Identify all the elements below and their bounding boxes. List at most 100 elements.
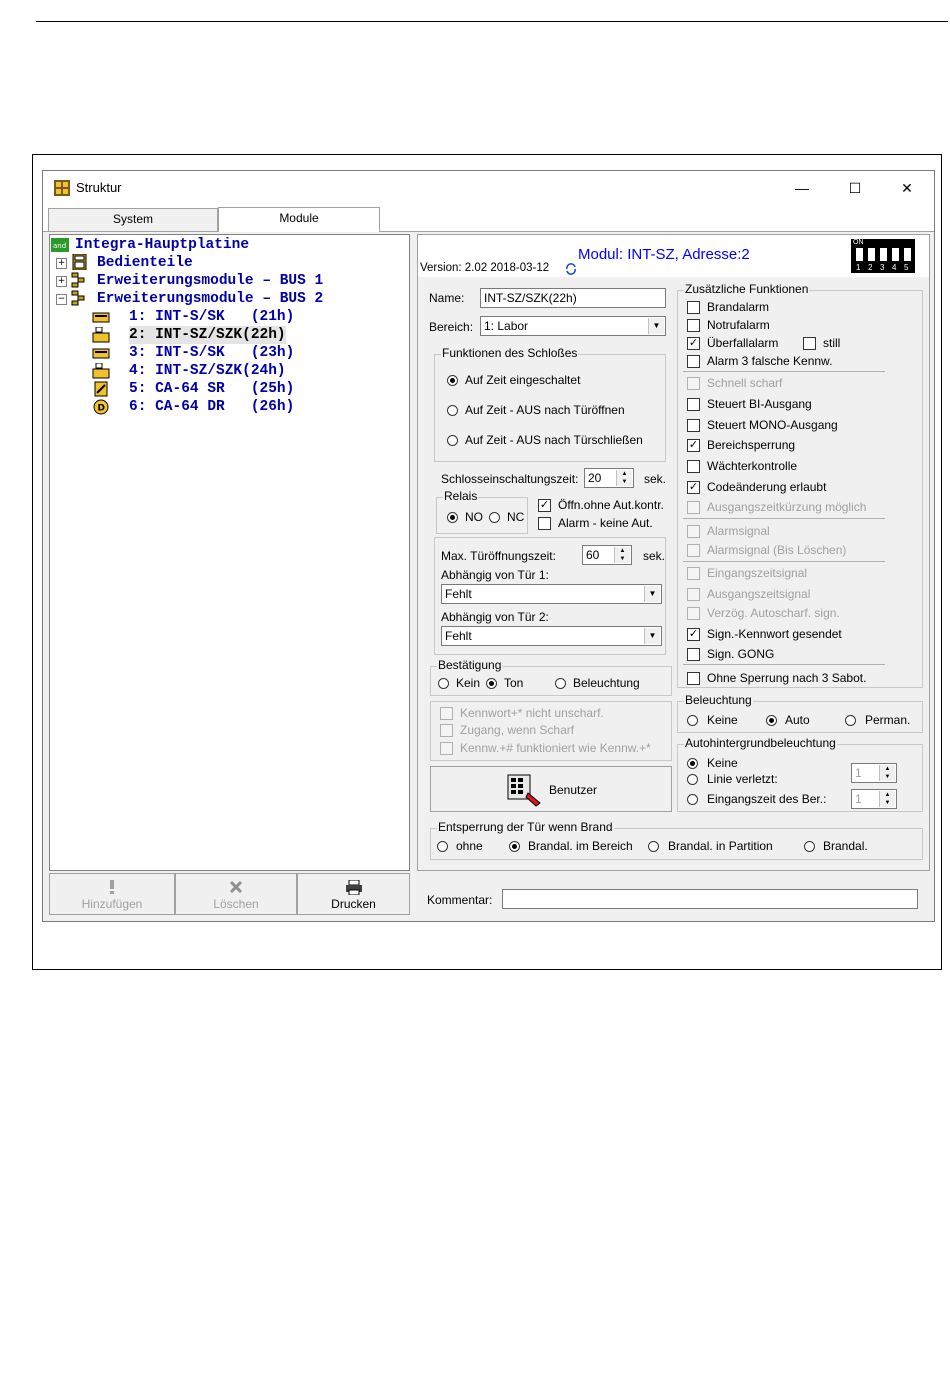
lock-mode-radio-1[interactable] xyxy=(447,375,458,386)
autohint-group: Autohintergrundbeleuchtung Keine Linie v… xyxy=(677,736,923,812)
spinner-arrows-icon[interactable]: ▲ ▼ xyxy=(879,765,895,781)
tab-system[interactable]: System xyxy=(48,208,218,231)
alarm-no-aut-checkbox[interactable] xyxy=(538,517,551,530)
ausgangszeitsignal-checkbox[interactable] xyxy=(687,588,700,601)
tree-item-module-5[interactable]: 5: CA-64 SR (25h) xyxy=(129,380,294,398)
lock-mode-radio-3[interactable] xyxy=(447,435,458,446)
bi-checkbox[interactable] xyxy=(687,398,700,411)
kennwort-nicht-unscharf-checkbox[interactable] xyxy=(440,707,453,720)
confirm-group: Bestätigung Kein Ton Beleuchtung xyxy=(430,658,672,696)
eingangszeitsignal-checkbox[interactable] xyxy=(687,567,700,580)
brandalarm-checkbox[interactable] xyxy=(687,301,700,314)
open-without-checkbox[interactable]: ✓ xyxy=(538,499,551,512)
ueberfall-checkbox[interactable]: ✓ xyxy=(687,337,700,350)
confirm-kein-radio[interactable] xyxy=(438,678,449,689)
door2-select[interactable]: Fehlt ▼ xyxy=(441,626,662,646)
expand-icon[interactable]: + xyxy=(56,276,67,287)
autohint-keine-radio[interactable] xyxy=(687,758,698,769)
tree-item-module-4[interactable]: 4: INT-SZ/SZK(24h) xyxy=(129,362,286,380)
verzoeg-label: Verzög. Autoscharf. sign. xyxy=(707,606,840,620)
entsperrung-ohne-radio[interactable] xyxy=(437,841,448,852)
benutzer-button[interactable]: Benutzer xyxy=(430,766,672,812)
spinner-arrows-icon[interactable]: ▲ ▼ xyxy=(616,470,632,486)
kennwort-nicht-unscharf-label: Kennwort+* nicht unscharf. xyxy=(460,706,604,720)
tree-item-module-2[interactable]: 2: INT-SZ/SZK(22h) xyxy=(129,326,286,344)
alarmsignal-bis-checkbox[interactable] xyxy=(687,544,700,557)
entsperrung-brandal-radio[interactable] xyxy=(804,841,815,852)
autohint-eingang-input[interactable]: 1 ▲ ▼ xyxy=(851,789,897,809)
entsperrung-partition-radio[interactable] xyxy=(648,841,659,852)
chevron-down-icon[interactable]: ▼ xyxy=(644,586,660,602)
minimize-button[interactable]: — xyxy=(780,173,824,203)
alarm3-checkbox[interactable] xyxy=(687,355,700,368)
chevron-down-icon[interactable]: ▼ xyxy=(644,628,660,644)
notrufalarm-checkbox[interactable] xyxy=(687,319,700,332)
spinner-arrows-icon[interactable]: ▲ ▼ xyxy=(879,791,895,807)
kommentar-field[interactable] xyxy=(502,889,918,909)
close-button[interactable]: ✕ xyxy=(885,173,929,203)
name-field[interactable]: INT-SZ/SZK(22h) xyxy=(480,288,666,308)
spinner-arrows-icon[interactable]: ▲ ▼ xyxy=(614,547,630,563)
tree-item-module-1[interactable]: 1: INT-S/SK (21h) xyxy=(129,308,294,326)
kommentar-label: Kommentar: xyxy=(427,893,493,907)
entsperrung-title: Entsperrung der Tür wenn Brand xyxy=(437,820,614,834)
eingangszeitsignal-label: Eingangszeitsignal xyxy=(707,566,808,580)
tree-root[interactable]: Integra-Hauptplatine xyxy=(75,236,249,254)
tree-item-bus2[interactable]: Erweiterungsmodule – BUS 2 xyxy=(97,290,323,308)
app-icon xyxy=(54,180,70,196)
beleuchtung-auto-radio[interactable] xyxy=(766,715,777,726)
beleuchtung-keine-radio[interactable] xyxy=(687,715,698,726)
beleuchtung-title: Beleuchtung xyxy=(684,693,753,707)
svg-text:and: and xyxy=(53,242,66,250)
tree-item-module-6[interactable]: 6: CA-64 DR (26h) xyxy=(129,398,294,416)
confirm-beleuchtung-radio[interactable] xyxy=(555,678,566,689)
maximize-button[interactable]: ☐ xyxy=(833,173,877,203)
ohne-sperrung-checkbox[interactable] xyxy=(687,672,700,685)
mono-checkbox[interactable] xyxy=(687,419,700,432)
entsperrung-bereich-radio[interactable] xyxy=(509,841,520,852)
tree-item-module-3[interactable]: 3: INT-S/SK (23h) xyxy=(129,344,294,362)
expand-icon[interactable]: + xyxy=(56,258,67,269)
relais-nc-radio[interactable] xyxy=(489,512,500,523)
still-checkbox[interactable] xyxy=(803,337,816,350)
module-sz-icon xyxy=(92,363,110,379)
tab-module[interactable]: Module xyxy=(218,207,380,232)
tree-item-bedienteile[interactable]: Bedienteile xyxy=(97,254,193,272)
chevron-down-icon[interactable]: ▼ xyxy=(648,318,664,334)
relais-no-radio[interactable] xyxy=(447,512,458,523)
add-button[interactable]: Hinzufügen xyxy=(49,873,175,915)
kennw-hash-label: Kennw.+# funktioniert wie Kennw.+* xyxy=(460,741,651,755)
code-checkbox[interactable]: ✓ xyxy=(687,481,700,494)
zugang-scharf-checkbox[interactable] xyxy=(440,724,453,737)
door1-select[interactable]: Fehlt ▼ xyxy=(441,584,662,604)
reader-icon xyxy=(94,381,108,397)
bereichsperrung-checkbox[interactable]: ✓ xyxy=(687,439,700,452)
autohint-linie-input[interactable]: 1 ▲ ▼ xyxy=(851,763,897,783)
print-button[interactable]: Drucken xyxy=(297,873,410,915)
sign-kennwort-checkbox[interactable]: ✓ xyxy=(687,628,700,641)
waechter-checkbox[interactable] xyxy=(687,460,700,473)
brandalarm-label: Brandalarm xyxy=(707,300,770,314)
separator xyxy=(683,561,885,562)
ausgangszeit-checkbox[interactable] xyxy=(687,501,700,514)
alarmsignal-checkbox[interactable] xyxy=(687,525,700,538)
mono-label: Steuert MONO-Ausgang xyxy=(707,418,838,432)
verzoeg-checkbox[interactable] xyxy=(687,607,700,620)
gong-checkbox[interactable] xyxy=(687,648,700,661)
delete-button[interactable]: Löschen xyxy=(175,873,297,915)
lock-mode-radio-2[interactable] xyxy=(447,405,458,416)
confirm-ton-radio[interactable] xyxy=(486,678,497,689)
tree-item-bus1[interactable]: Erweiterungsmodule – BUS 1 xyxy=(97,272,323,290)
beleuchtung-perman-radio[interactable] xyxy=(845,715,856,726)
autohint-eingang-radio[interactable] xyxy=(687,794,698,805)
lock-time-input[interactable]: 20 ▲ ▼ xyxy=(584,468,634,488)
collapse-icon[interactable]: − xyxy=(56,294,67,305)
kennw-hash-checkbox[interactable] xyxy=(440,742,453,755)
bereich-select[interactable]: 1: Labor ▼ xyxy=(480,316,666,336)
autohint-linie-radio[interactable] xyxy=(687,774,698,785)
max-open-input[interactable]: 60 ▲ ▼ xyxy=(582,545,632,565)
schnell-checkbox[interactable] xyxy=(687,377,700,390)
confirm-beleuchtung-label: Beleuchtung xyxy=(573,676,640,690)
refresh-icon[interactable] xyxy=(565,263,577,275)
dip-switch-2 xyxy=(868,248,875,261)
